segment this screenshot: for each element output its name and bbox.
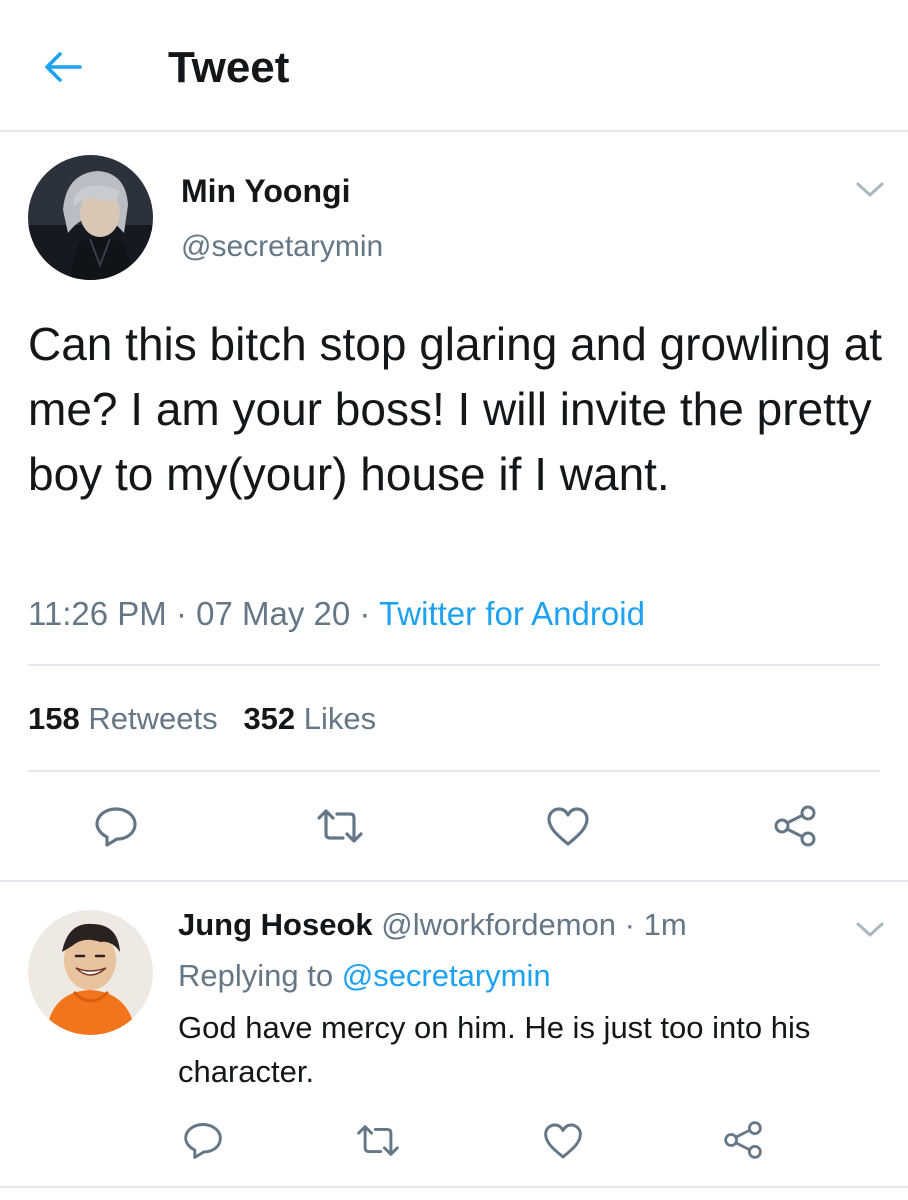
reply-icon xyxy=(184,1123,222,1159)
chevron-down-icon xyxy=(856,922,884,937)
retweets-count: 158 xyxy=(28,701,80,736)
likes-stat[interactable]: 352 Likes xyxy=(243,701,376,736)
author-handle[interactable]: @secretarymin xyxy=(181,228,383,266)
tweet-date: 07 May 20 xyxy=(196,595,351,632)
reply-icon xyxy=(95,807,137,847)
meta-separator: · xyxy=(166,595,197,632)
reply-header: Jung Hoseok @lworkfordemon · 1m xyxy=(178,905,687,945)
reply-author-name[interactable]: Jung Hoseok xyxy=(178,907,373,942)
avatar-image xyxy=(28,910,153,1035)
author-name[interactable]: Min Yoongi xyxy=(181,172,350,210)
tweet-meta: 11:26 PM · 07 May 20 · Twitter for Andro… xyxy=(28,593,645,635)
reply-author-handle[interactable]: @lworkfordemon xyxy=(381,907,616,942)
divider xyxy=(28,770,880,772)
share-button[interactable] xyxy=(770,801,820,851)
reply-retweet-button[interactable] xyxy=(353,1115,403,1165)
like-button[interactable] xyxy=(543,801,593,851)
avatar[interactable] xyxy=(28,155,153,280)
share-icon xyxy=(724,1121,762,1159)
reply-like-button[interactable] xyxy=(538,1115,588,1165)
meta-separator: · xyxy=(350,595,379,632)
reply-time: 1m xyxy=(643,907,687,942)
reply-button[interactable] xyxy=(91,801,141,851)
heart-icon xyxy=(547,807,589,846)
tweet-text: Can this bitch stop glaring and growling… xyxy=(28,318,895,500)
retweets-stat[interactable]: 158 Retweets xyxy=(28,701,218,736)
replying-to: Replying to @secretarymin xyxy=(178,956,551,996)
likes-count: 352 xyxy=(243,701,296,736)
arrow-left-icon xyxy=(45,52,82,82)
tweet-source-link[interactable]: Twitter for Android xyxy=(379,595,645,632)
reply-more-options-button[interactable] xyxy=(852,917,888,941)
share-icon xyxy=(774,805,816,847)
heart-icon xyxy=(544,1123,582,1158)
reply-avatar[interactable] xyxy=(28,910,153,1035)
likes-label: Likes xyxy=(303,701,377,736)
divider xyxy=(0,1186,908,1188)
retweet-button[interactable] xyxy=(315,801,365,851)
top-bar xyxy=(0,0,908,132)
replying-mention-link[interactable]: @secretarymin xyxy=(342,958,551,993)
divider xyxy=(28,664,880,666)
chevron-down-icon xyxy=(856,182,884,197)
reply-reply-button[interactable] xyxy=(178,1115,228,1165)
reply-share-button[interactable] xyxy=(718,1115,768,1165)
more-options-button[interactable] xyxy=(852,177,888,201)
replying-label: Replying to xyxy=(178,958,334,993)
meta-separator: · xyxy=(616,907,644,942)
page-title: Tweet xyxy=(168,43,290,92)
back-button[interactable] xyxy=(40,47,86,87)
reply-text: God have mercy on him. He is just too in… xyxy=(178,1010,811,1089)
retweets-label: Retweets xyxy=(88,701,218,736)
tweet-stats: 158 Retweets 352 Likes xyxy=(28,698,376,740)
retweet-icon xyxy=(317,809,363,843)
avatar-image xyxy=(28,155,153,280)
retweet-icon xyxy=(357,1124,399,1156)
divider xyxy=(0,880,908,882)
tweet-time: 11:26 PM xyxy=(28,595,167,632)
